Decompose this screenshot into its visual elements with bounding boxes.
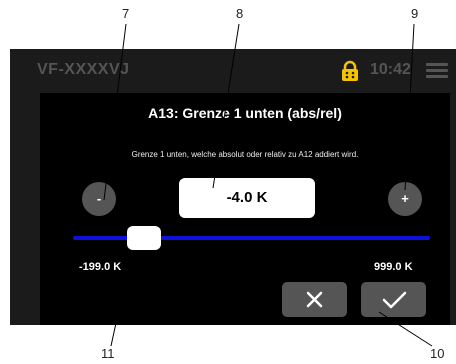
callout-11: 11: [101, 346, 115, 361]
callout-7: 7: [122, 6, 130, 21]
callout-leader-lines: [103, 23, 433, 347]
callout-8: 8: [236, 6, 244, 21]
callout-10: 10: [430, 346, 445, 361]
callout-9: 9: [411, 6, 419, 21]
